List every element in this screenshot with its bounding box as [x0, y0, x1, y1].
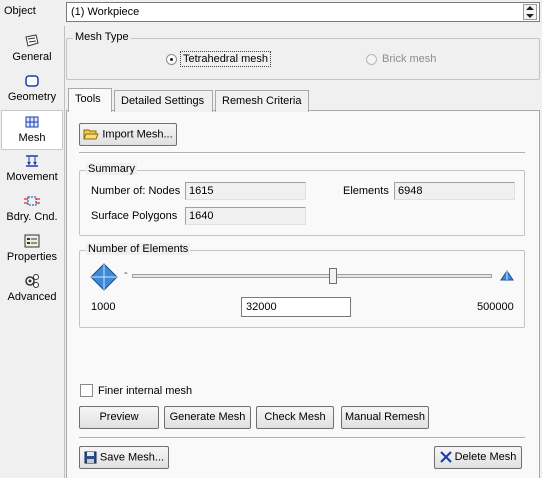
save-disk-icon — [84, 451, 97, 464]
sidebar-item-advanced[interactable]: Advanced — [1, 270, 63, 310]
delete-x-icon — [439, 451, 452, 463]
tab-detailed-settings[interactable]: Detailed Settings — [114, 90, 213, 112]
coarse-mesh-icon — [90, 263, 118, 291]
object-select[interactable]: (1) Workpiece — [66, 2, 540, 22]
fine-mesh-icon — [500, 270, 514, 281]
import-mesh-label: Import Mesh... — [102, 128, 173, 141]
sidebar-item-properties[interactable]: Properties — [1, 230, 63, 270]
element-count-input[interactable]: 32000 — [241, 297, 351, 317]
mesh-type-title: Mesh Type — [73, 31, 131, 43]
elements-label: Elements — [343, 185, 389, 197]
mesh-type-group: Mesh Type — [66, 31, 540, 80]
preview-button[interactable]: Preview — [79, 406, 159, 429]
surface-polygons-label: Surface Polygons — [91, 210, 178, 222]
sidebar-item-geometry[interactable]: Geometry — [1, 70, 63, 110]
sidebar-item-mesh[interactable]: Mesh — [1, 110, 63, 150]
geometry-icon — [25, 75, 39, 87]
generate-mesh-button[interactable]: Generate Mesh — [164, 406, 251, 429]
object-spinner-icon[interactable] — [523, 4, 537, 20]
sidebar-item-label: Movement — [6, 171, 58, 183]
sidebar-item-label: Geometry — [7, 91, 57, 103]
delete-mesh-button[interactable]: Delete Mesh — [434, 446, 522, 469]
nodes-value: 1615 — [185, 182, 306, 200]
boundary-condition-icon — [24, 196, 40, 206]
sidebar-item-general[interactable]: General — [1, 30, 63, 70]
sidebar-item-boundary-condition[interactable]: Bdry. Cnd. — [1, 190, 63, 230]
finer-internal-mesh-checkbox[interactable] — [80, 384, 93, 397]
delete-mesh-label: Delete Mesh — [454, 451, 517, 463]
element-count-slider[interactable] — [132, 274, 492, 278]
object-label: Object — [4, 5, 36, 17]
summary-title: Summary — [86, 163, 138, 175]
advanced-icon — [25, 274, 39, 288]
min-elements-label: 1000 — [91, 301, 116, 313]
tab-detailed-settings-label: Detailed Settings — [121, 95, 205, 107]
elements-value: 6948 — [394, 182, 515, 200]
separator — [79, 152, 525, 154]
tab-remesh-criteria[interactable]: Remesh Criteria — [215, 90, 309, 112]
tab-tools-label: Tools — [75, 93, 101, 105]
sidebar-item-label: Bdry. Cnd. — [6, 211, 58, 223]
max-elements-label: 500000 — [477, 301, 514, 313]
slider-thumb[interactable] — [328, 268, 337, 284]
tab-remesh-criteria-label: Remesh Criteria — [222, 95, 302, 107]
tetrahedral-label[interactable]: Tetrahedral mesh — [180, 51, 271, 67]
save-mesh-button[interactable]: Save Mesh... — [79, 446, 169, 469]
nodes-label: Number of: Nodes — [91, 185, 181, 197]
mesh-icon — [25, 116, 39, 128]
save-mesh-label: Save Mesh... — [99, 451, 165, 464]
slider-min-tick: - — [124, 267, 128, 279]
separator — [79, 437, 525, 439]
manual-remesh-button[interactable]: Manual Remesh — [341, 406, 429, 429]
surface-polygons-value: 1640 — [185, 207, 306, 225]
properties-icon — [24, 234, 40, 248]
movement-icon — [26, 155, 38, 167]
sidebar-item-label: General — [12, 51, 52, 63]
brick-label: Brick mesh — [382, 53, 437, 65]
sidebar: General Geometry Mesh Movement Bdry. Cnd… — [0, 26, 64, 478]
sidebar-item-label: Advanced — [7, 291, 57, 303]
check-mesh-button[interactable]: Check Mesh — [256, 406, 334, 429]
object-select-value: (1) Workpiece — [71, 6, 140, 18]
sidebar-item-label: Properties — [6, 251, 58, 263]
brick-radio[interactable] — [366, 54, 377, 65]
sidebar-item-movement[interactable]: Movement — [1, 150, 63, 190]
summary-group: Summary — [79, 163, 525, 236]
sidebar-divider — [64, 26, 65, 478]
finer-internal-mesh-label[interactable]: Finer internal mesh — [98, 385, 192, 397]
sidebar-item-label: Mesh — [18, 132, 46, 144]
import-mesh-button[interactable]: Import Mesh... — [79, 123, 177, 146]
tetrahedral-radio[interactable] — [166, 54, 177, 65]
tab-tools[interactable]: Tools — [68, 88, 112, 112]
general-icon — [25, 34, 39, 47]
open-folder-icon — [83, 129, 100, 140]
number-of-elements-title: Number of Elements — [86, 243, 191, 255]
